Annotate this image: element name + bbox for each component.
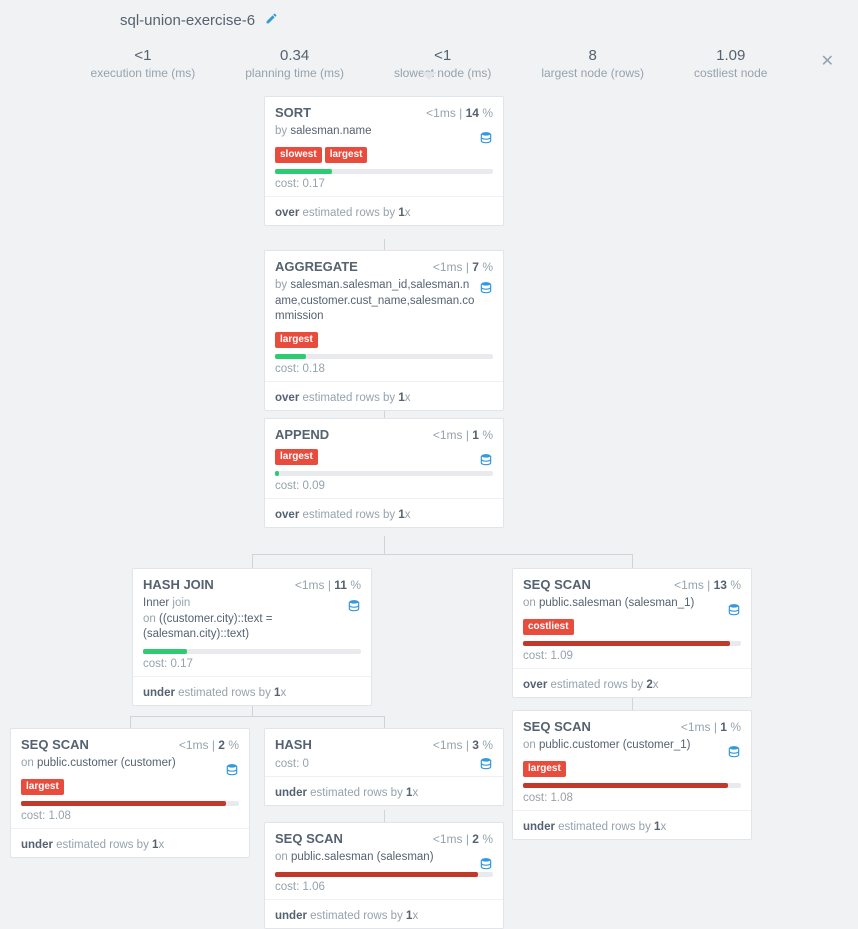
database-icon[interactable] (727, 745, 741, 759)
node-name: SORT (275, 105, 311, 120)
estimation-text: over estimated rows by 1x (275, 505, 493, 521)
node-name: APPEND (275, 427, 329, 442)
connector (252, 554, 632, 555)
node-detail: by salesman.name (275, 124, 493, 140)
estimation-text: under estimated rows by 1x (143, 683, 361, 699)
plan-node-seq-scan-salesman[interactable]: SEQ SCAN <1ms | 2 % on public.salesman (… (264, 822, 504, 929)
cost-bar (523, 641, 730, 646)
connector (130, 716, 384, 717)
caret-down-icon (421, 72, 437, 80)
estimation-text: under estimated rows by 1x (21, 835, 239, 851)
estimation-text: under estimated rows by 1x (275, 783, 493, 799)
estimation-text: over estimated rows by 2x (523, 675, 741, 691)
cost-text: cost: 0.17 (143, 658, 361, 670)
plan-node-hash-join[interactable]: HASH JOIN <1ms | 11 % Inner joinon ((cus… (132, 568, 372, 706)
cost-text: cost: 1.08 (21, 810, 239, 822)
connector (252, 554, 253, 568)
node-meta: <1ms | 11 % (295, 578, 361, 592)
cost-text: cost: 0.09 (275, 480, 493, 492)
node-detail: on public.customer (customer) (21, 756, 239, 772)
plan-node-aggregate[interactable]: AGGREGATE <1ms | 7 % by salesman.salesma… (264, 250, 504, 411)
node-name: HASH JOIN (143, 577, 214, 592)
cost-text: cost: 1.09 (523, 650, 741, 662)
connector (632, 696, 633, 710)
stat-costliest: 1.09costliest node (694, 47, 767, 80)
node-meta: <1ms | 2 % (179, 738, 239, 752)
cost-bar (523, 783, 728, 788)
node-detail: on public.salesman (salesman_1) (523, 596, 741, 612)
plan-node-seq-scan-customer[interactable]: SEQ SCAN <1ms | 2 % on public.customer (… (10, 728, 250, 858)
estimation-text: over estimated rows by 1x (275, 388, 493, 404)
database-icon[interactable] (479, 857, 493, 871)
node-meta: <1ms | 7 % (433, 260, 493, 274)
cost-bar (275, 354, 306, 359)
tags: slowestlargest (275, 146, 493, 163)
database-icon[interactable] (479, 131, 493, 145)
connector (632, 554, 633, 568)
stat-slowest: <1slowest node (ms) (394, 47, 491, 80)
stat-plan-time: 0.34planning time (ms) (245, 47, 344, 80)
title-text: sql-union-exercise-6 (120, 12, 255, 29)
node-name: SEQ SCAN (21, 737, 89, 752)
node-name: AGGREGATE (275, 259, 358, 274)
cost-text: cost: 0.17 (275, 178, 493, 190)
tags: largest (275, 448, 493, 465)
page-title: sql-union-exercise-6 (0, 0, 858, 29)
tags: costliest (523, 618, 741, 635)
cost-text: cost: 0 (275, 758, 493, 770)
node-meta: <1ms | 1 % (681, 720, 741, 734)
plan-node-sort[interactable]: SORT <1ms | 14 % by salesman.name slowes… (264, 96, 504, 226)
close-icon[interactable]: ✕ (821, 51, 834, 71)
cost-text: cost: 1.06 (275, 881, 493, 893)
node-name: HASH (275, 737, 312, 752)
connector (384, 536, 385, 554)
node-name: SEQ SCAN (523, 577, 591, 592)
plan-node-hash[interactable]: HASH <1ms | 3 % cost: 0 under estimated … (264, 728, 504, 806)
pencil-icon[interactable] (265, 12, 278, 29)
tags: largest (275, 331, 493, 348)
node-name: SEQ SCAN (523, 719, 591, 734)
node-detail: on public.customer (customer_1) (523, 738, 741, 754)
connector (384, 810, 385, 822)
connector (130, 716, 131, 728)
node-meta: <1ms | 2 % (433, 832, 493, 846)
cost-bar (275, 471, 279, 476)
cost-bar (275, 872, 478, 877)
database-icon[interactable] (479, 757, 493, 771)
stat-exec-time: <1execution time (ms) (91, 47, 196, 80)
cost-text: cost: 0.18 (275, 363, 493, 375)
database-icon[interactable] (225, 763, 239, 777)
estimation-text: under estimated rows by 1x (523, 817, 741, 833)
estimation-text: over estimated rows by 1x (275, 203, 493, 219)
plan-tree: SORT <1ms | 14 % by salesman.name slowes… (0, 84, 858, 874)
cost-text: cost: 1.08 (523, 792, 741, 804)
node-meta: <1ms | 13 % (674, 578, 741, 592)
database-icon[interactable] (347, 599, 361, 613)
database-icon[interactable] (727, 603, 741, 617)
node-meta: <1ms | 1 % (433, 428, 493, 442)
cost-bar (21, 801, 226, 806)
node-detail: Inner joinon ((customer.city)::text = (s… (143, 596, 361, 643)
connector (384, 716, 385, 728)
node-meta: <1ms | 3 % (433, 738, 493, 752)
connector (384, 239, 385, 250)
tags: largest (523, 760, 741, 777)
node-detail: by salesman.salesman_id,salesman.name,cu… (275, 278, 493, 325)
plan-node-append[interactable]: APPEND <1ms | 1 % largest cost: 0.09 ove… (264, 418, 504, 528)
cost-bar (275, 169, 332, 174)
estimation-text: under estimated rows by 1x (275, 906, 493, 922)
tags: largest (21, 778, 239, 795)
plan-node-seq-scan-customer-1[interactable]: SEQ SCAN <1ms | 1 % on public.customer (… (512, 710, 752, 840)
cost-bar (143, 649, 187, 654)
database-icon[interactable] (479, 281, 493, 295)
node-name: SEQ SCAN (275, 831, 343, 846)
stat-largest: 8largest node (rows) (541, 47, 644, 80)
plan-node-seq-scan-salesman-1[interactable]: SEQ SCAN <1ms | 13 % on public.salesman … (512, 568, 752, 698)
node-meta: <1ms | 14 % (426, 106, 493, 120)
node-detail: on public.salesman (salesman) (275, 850, 493, 866)
database-icon[interactable] (479, 453, 493, 467)
